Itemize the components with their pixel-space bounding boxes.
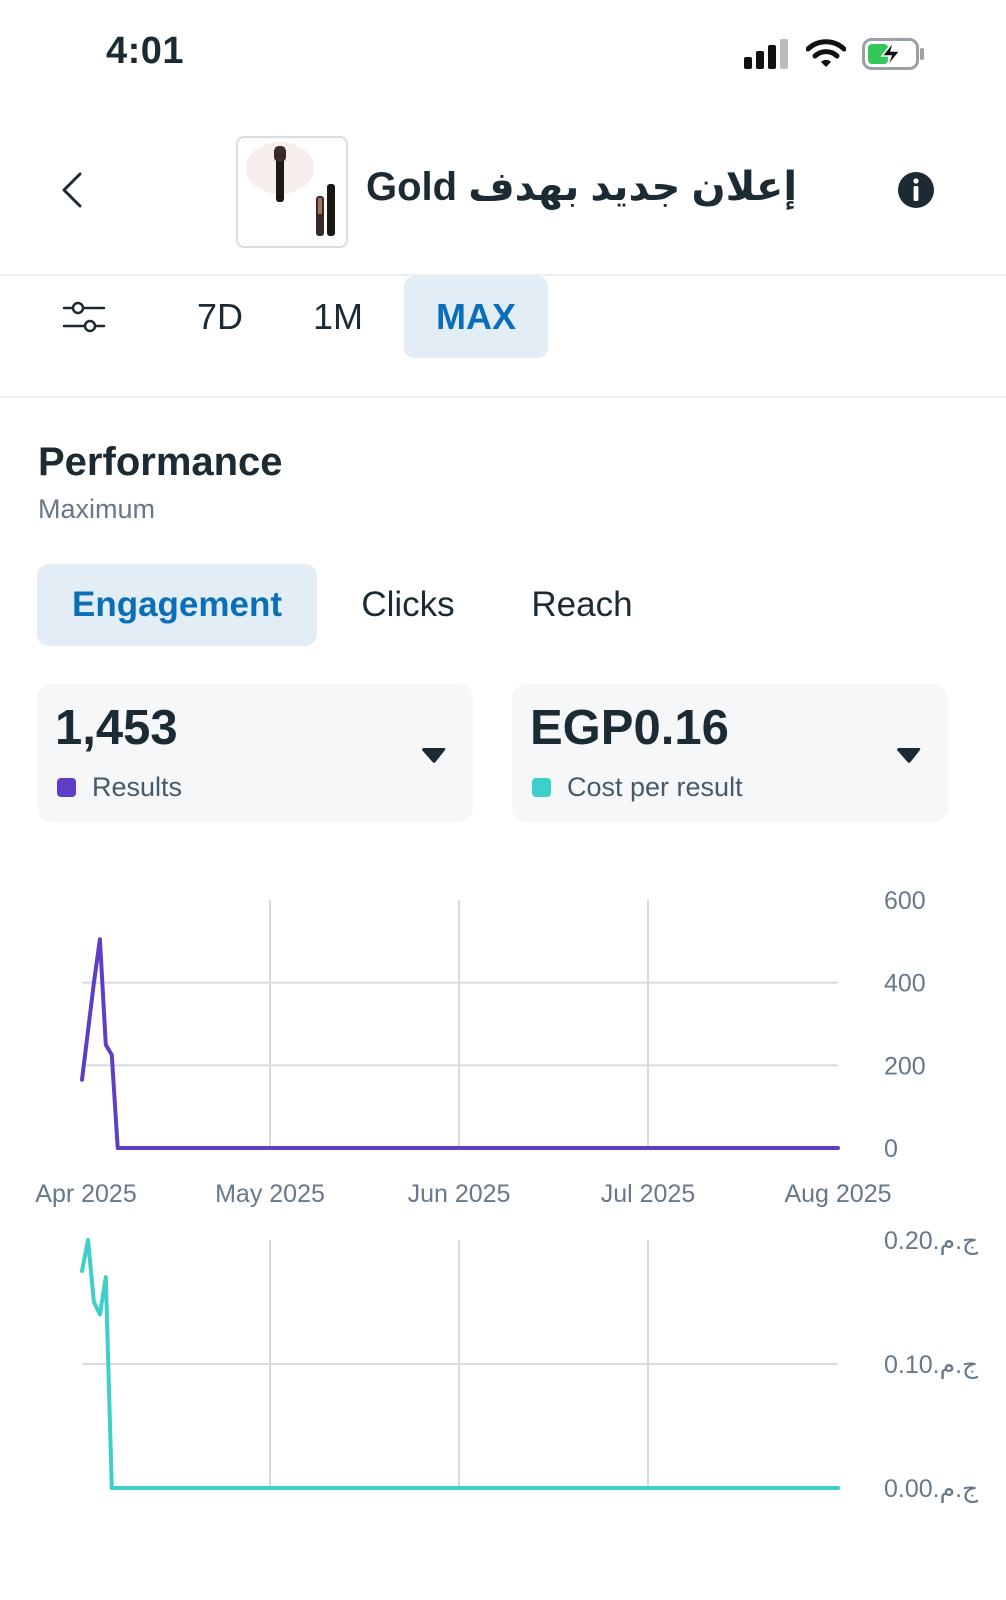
y-tick-label: ج.م.‏0.20 (884, 1227, 979, 1256)
y-tick-label: ج.م.‏0.10 (884, 1351, 979, 1380)
y-tick-label: 200 (884, 1052, 926, 1080)
performance-charts: 600 400 200 0 Apr 2025 May 2025 Jun 2025 Jul 20… (35, 887, 979, 1504)
x-tick-label: Jul 2025 (601, 1180, 696, 1208)
x-tick-label: Jun 2025 (408, 1180, 511, 1208)
x-tick-label: May 2025 (215, 1180, 325, 1208)
y-tick-label: 600 (884, 887, 926, 915)
y-tick-label: 400 (884, 970, 926, 998)
chart-0: 600 400 200 0 Apr 2025 May 2025 Jun 2025 Jul 20… (35, 887, 925, 1208)
y-tick-label: ج.م.‏0.00 (884, 1475, 979, 1504)
chart-1: ج.م.‏0.20 ج.م.‏0.10 ج.م.‏0.00 (80, 1227, 979, 1504)
x-tick-label: Aug 2025 (784, 1180, 891, 1208)
x-tick-label: Apr 2025 (35, 1180, 136, 1208)
y-tick-label: 0 (884, 1135, 898, 1163)
